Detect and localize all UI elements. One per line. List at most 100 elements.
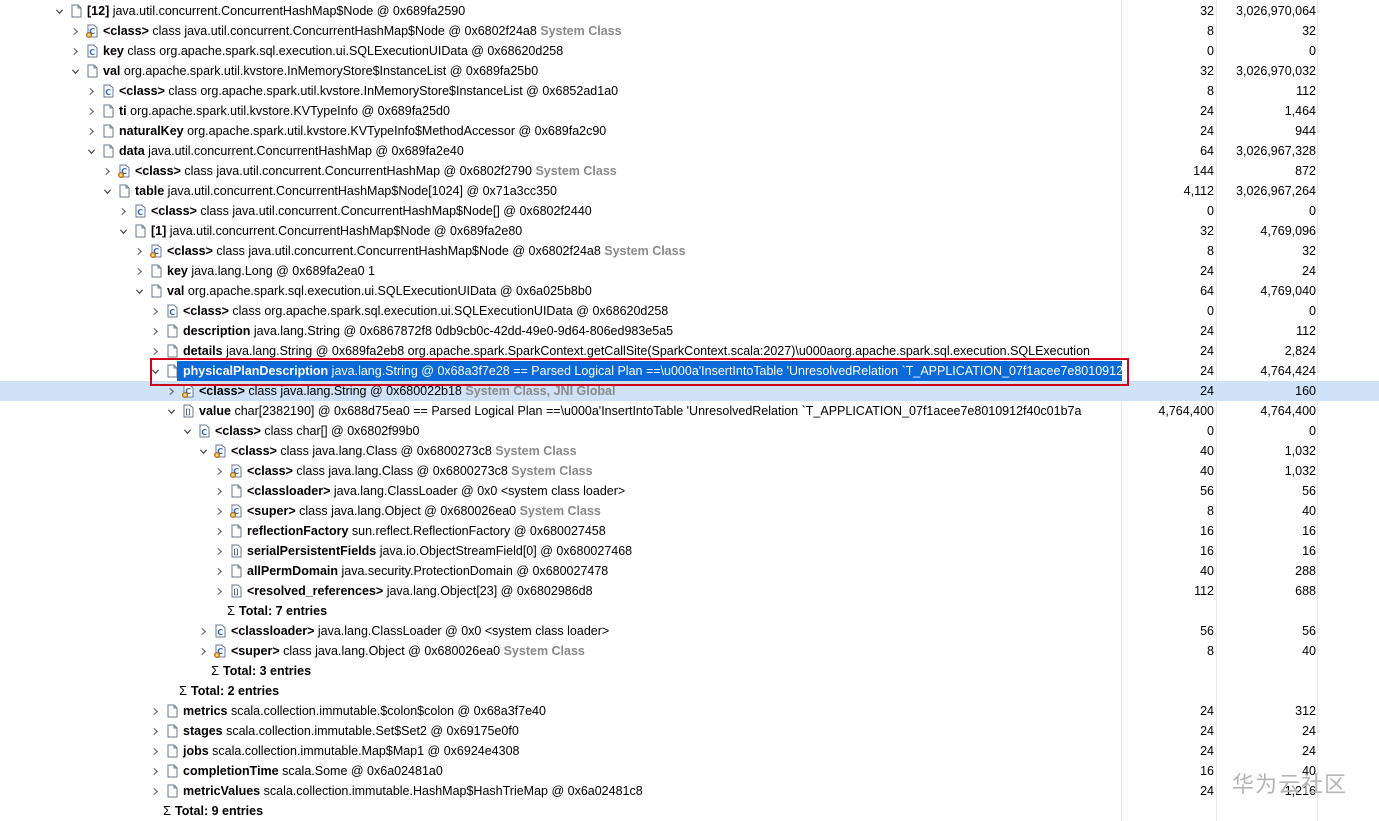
object-name-cell: [12] java.util.concurrent.ConcurrentHash… bbox=[0, 1, 1122, 21]
tree-row[interactable]: C <class> class java.util.concurrent.Conc… bbox=[0, 161, 1379, 181]
tree-row[interactable]: val org.apache.spark.util.kvstore.InMemo… bbox=[0, 61, 1379, 81]
tree-row[interactable]: <resolved_references> java.lang.Object[2… bbox=[0, 581, 1379, 601]
object-descriptor: java.util.concurrent.ConcurrentHashMap @… bbox=[144, 144, 464, 158]
object-descriptor: java.lang.ClassLoader @ 0x0 <system clas… bbox=[314, 624, 610, 638]
object-name-cell: <class> class java.lang.Class @ 0x680027… bbox=[0, 461, 1122, 481]
gc-root-label: System Class bbox=[516, 504, 601, 518]
shallow-heap-cell: 24 bbox=[1200, 384, 1214, 398]
row-label: metricValues scala.collection.immutable.… bbox=[183, 781, 643, 801]
tree-row[interactable]: <classloader> java.lang.ClassLoader @ 0x… bbox=[0, 481, 1379, 501]
object-name-cell: table java.util.concurrent.ConcurrentHas… bbox=[0, 181, 1122, 201]
retained-heap-cell: 40 bbox=[1302, 504, 1316, 518]
row-label: <class> class char[] @ 0x6802f99b0 bbox=[215, 421, 420, 441]
object-name-cell: [1] java.util.concurrent.ConcurrentHashM… bbox=[0, 221, 1122, 241]
shallow-heap-cell: 24 bbox=[1200, 124, 1214, 138]
tree-row[interactable]: C <class> class java.util.concurrent.Conc… bbox=[0, 241, 1379, 261]
retained-heap-cell: 872 bbox=[1295, 164, 1316, 178]
tree-row[interactable]: stages scala.collection.immutable.Set$Se… bbox=[0, 721, 1379, 741]
tree-row[interactable]: val org.apache.spark.sql.execution.ui.SQ… bbox=[0, 281, 1379, 301]
tree-row[interactable]: [12] java.util.concurrent.ConcurrentHash… bbox=[0, 1, 1379, 21]
tree-row[interactable]: details java.lang.String @ 0x689fa2eb8 o… bbox=[0, 341, 1379, 361]
object-descriptor: class org.apache.spark.sql.execution.ui.… bbox=[228, 304, 669, 318]
tree-row[interactable]: C <class> class org.apache.spark.sql.exec… bbox=[0, 301, 1379, 321]
tree-row[interactable]: metricValues scala.collection.immutable.… bbox=[0, 781, 1379, 801]
tree-row[interactable]: naturalKey org.apache.spark.util.kvstore… bbox=[0, 121, 1379, 141]
retained-heap-cell: 40 bbox=[1302, 644, 1316, 658]
tree-row[interactable]: value char[2382190] @ 0x688d75ea0 == Par… bbox=[0, 401, 1379, 421]
row-label: details java.lang.String @ 0x689fa2eb8 o… bbox=[183, 341, 1090, 361]
row-label: Σ Total: 7 entries bbox=[227, 601, 327, 621]
object-descriptor: java.lang.Long @ 0x689fa2ea0 1 bbox=[187, 264, 375, 278]
object-descriptor: class org.apache.spark.sql.execution.ui.… bbox=[123, 44, 564, 58]
row-label: data java.util.concurrent.ConcurrentHash… bbox=[119, 141, 464, 161]
shallow-heap-cell: 16 bbox=[1200, 524, 1214, 538]
tree-row[interactable]: C <class> class java.lang.String @ 0x6800… bbox=[0, 381, 1379, 401]
tree-row[interactable]: Ckey class org.apache.spark.sql.executio… bbox=[0, 41, 1379, 61]
object-name-cell: completionTime scala.Some @ 0x6a02481a0 bbox=[0, 761, 1122, 781]
tree-total-row[interactable]: Σ Total: 7 entries bbox=[0, 601, 1379, 621]
tree-row[interactable]: description java.lang.String @ 0x6867872… bbox=[0, 321, 1379, 341]
tree-row[interactable]: completionTime scala.Some @ 0x6a02481a0 1… bbox=[0, 761, 1379, 781]
object-name-cell: Σ Total: 9 entries bbox=[0, 801, 1122, 821]
retained-heap-cell: 1,032 bbox=[1284, 444, 1316, 458]
tree-row[interactable]: reflectionFactory sun.reflect.Reflection… bbox=[0, 521, 1379, 541]
collapse-chevron-icon[interactable] bbox=[149, 361, 161, 381]
tree-row[interactable]: C <class> class org.apache.spark.util.kvs… bbox=[0, 81, 1379, 101]
tree-total-row[interactable]: Σ Total: 2 entries bbox=[0, 681, 1379, 701]
tree-row[interactable]: [1] java.util.concurrent.ConcurrentHashM… bbox=[0, 221, 1379, 241]
shallow-heap-cell: 40 bbox=[1200, 564, 1214, 578]
object-name-cell: <classloader> java.lang.ClassLoader @ 0x… bbox=[0, 621, 1122, 641]
gc-root-label: System Class bbox=[531, 164, 617, 178]
shallow-heap-cell: 24 bbox=[1200, 784, 1214, 798]
retained-heap-cell: 4,769,040 bbox=[1260, 284, 1316, 298]
shallow-heap-cell: 16 bbox=[1200, 764, 1214, 778]
object-name-cell: metrics scala.collection.immutable.$colo… bbox=[0, 701, 1122, 721]
gc-root-label: System Class bbox=[536, 24, 622, 38]
field-name: table bbox=[135, 184, 165, 198]
field-name: <class> bbox=[215, 424, 261, 438]
tree-row[interactable]: C <super> class java.lang.Object @ 0x6800… bbox=[0, 641, 1379, 661]
tree-row[interactable]: C <super> class java.lang.Object @ 0x6800… bbox=[0, 501, 1379, 521]
row-label: serialPersistentFields java.io.ObjectStr… bbox=[247, 541, 632, 561]
tree-row[interactable]: allPermDomain java.security.ProtectionDo… bbox=[0, 561, 1379, 581]
retained-heap-cell: 4,769,096 bbox=[1260, 224, 1316, 238]
tree-row[interactable]: jobs scala.collection.immutable.Map$Map1… bbox=[0, 741, 1379, 761]
object-name-cell: <class> class java.util.concurrent.Concu… bbox=[0, 201, 1122, 221]
object-descriptor: char[2382190] @ 0x688d75ea0 == Parsed Lo… bbox=[230, 404, 1082, 418]
row-label: <class> class java.lang.String @ 0x68002… bbox=[199, 381, 615, 401]
object-name-cell: value char[2382190] @ 0x688d75ea0 == Par… bbox=[0, 401, 1122, 421]
object-descriptor: scala.collection.immutable.$colon$colon … bbox=[227, 704, 546, 718]
object-descriptor: java.lang.ClassLoader @ 0x0 <system clas… bbox=[330, 484, 626, 498]
object-descriptor: class java.lang.String @ 0x680022b18 bbox=[244, 384, 462, 398]
row-label: <class> class java.util.concurrent.Concu… bbox=[135, 161, 617, 181]
tree-row[interactable]: C <class> class java.util.concurrent.Conc… bbox=[0, 21, 1379, 41]
field-name: stages bbox=[183, 724, 223, 738]
shallow-heap-cell: 24 bbox=[1200, 364, 1214, 378]
shallow-heap-cell: 64 bbox=[1200, 144, 1214, 158]
object-descriptor: java.lang.String @ 0x689fa2eb8 org.apach… bbox=[222, 344, 1090, 358]
tree-row[interactable]: data java.util.concurrent.ConcurrentHash… bbox=[0, 141, 1379, 161]
object-descriptor: java.io.ObjectStreamField[0] @ 0x6800274… bbox=[376, 544, 633, 558]
tree-total-row[interactable]: Σ Total: 3 entries bbox=[0, 661, 1379, 681]
object-descriptor: org.apache.spark.util.kvstore.KVTypeInfo… bbox=[126, 104, 450, 118]
field-name: <class> bbox=[135, 164, 181, 178]
tree-row[interactable]: table java.util.concurrent.ConcurrentHas… bbox=[0, 181, 1379, 201]
tree-row[interactable]: C <class> class char[] @ 0x6802f99b0 0 0 bbox=[0, 421, 1379, 441]
tree-row[interactable]: metrics scala.collection.immutable.$colo… bbox=[0, 701, 1379, 721]
tree-row[interactable]: key java.lang.Long @ 0x689fa2ea0 1 24 24 bbox=[0, 261, 1379, 281]
tree-row[interactable]: C <class> class java.lang.Class @ 0x68002… bbox=[0, 441, 1379, 461]
shallow-heap-cell: 8 bbox=[1207, 24, 1214, 38]
tree-row[interactable]: physicalPlanDescription java.lang.String… bbox=[0, 361, 1379, 381]
retained-heap-cell: 944 bbox=[1295, 124, 1316, 138]
watermark: 华为云社区 bbox=[1232, 773, 1348, 798]
tree-row[interactable]: serialPersistentFields java.io.ObjectStr… bbox=[0, 541, 1379, 561]
field-name: <class> bbox=[167, 244, 213, 258]
tree-total-row[interactable]: Σ Total: 9 entries bbox=[0, 801, 1379, 821]
field-name: <class> bbox=[199, 384, 245, 398]
tree-row[interactable]: ti org.apache.spark.util.kvstore.KVTypeI… bbox=[0, 101, 1379, 121]
tree-row[interactable]: C <class> class java.lang.Class @ 0x68002… bbox=[0, 461, 1379, 481]
row-label: <classloader> java.lang.ClassLoader @ 0x… bbox=[247, 481, 625, 501]
tree-row[interactable]: C <class> class java.util.concurrent.Conc… bbox=[0, 201, 1379, 221]
object-descriptor: class java.lang.Class @ 0x6800273c8 bbox=[276, 444, 492, 458]
tree-row[interactable]: C <classloader> java.lang.ClassLoader @ 0… bbox=[0, 621, 1379, 641]
